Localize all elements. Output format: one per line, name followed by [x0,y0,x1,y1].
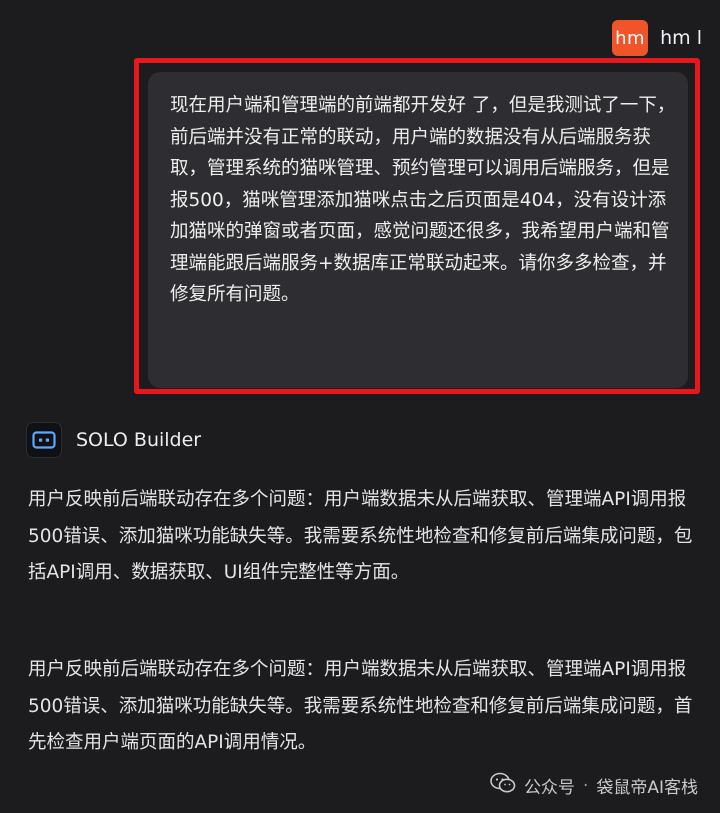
watermark-separator: · [582,775,589,796]
robot-icon [26,422,62,458]
user-avatar: hm [612,20,649,56]
assistant-name: SOLO Builder [76,429,202,451]
user-message-bubble: 现在用户端和管理端的前端都开发好 了，但是我测试了一下，前后端并没有正常的联动，… [148,72,688,388]
watermark-platform: 公众号 [523,778,575,798]
assistant-paragraph: 用户反映前后端联动存在多个问题：用户端数据未从后端获取、管理端API调用报500… [28,659,693,753]
wechat-icon [490,772,516,799]
assistant-paragraph: 用户反映前后端联动存在多个问题：用户端数据未从后端获取、管理端API调用报500… [28,489,693,583]
assistant-header: SOLO Builder [26,422,201,458]
watermark: 公众号 · 袋鼠帝AI客栈 [490,772,698,799]
user-message-text: 现在用户端和管理端的前端都开发好 了，但是我测试了一下，前后端并没有正常的联动，… [170,95,676,305]
user-header: hm hm l [612,20,702,56]
watermark-account: 袋鼠帝AI客栈 [596,778,698,798]
user-name: hm l [660,27,702,49]
